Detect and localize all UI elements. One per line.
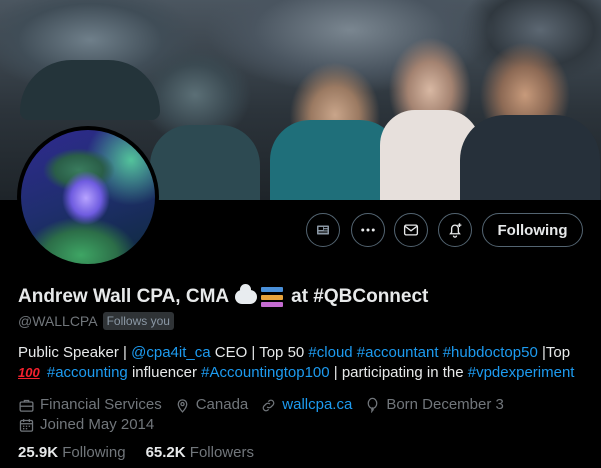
bio-hashtag-link[interactable]: #Accountingtop100 xyxy=(201,364,329,381)
birthday-text: Born December 3 xyxy=(386,396,504,413)
bio-hashtag-link[interactable]: #hubdoctop50 xyxy=(443,344,538,361)
calendar-icon xyxy=(19,418,34,432)
following-label: Following xyxy=(62,444,126,461)
profile-avatar[interactable] xyxy=(17,126,159,268)
briefcase-icon xyxy=(19,399,34,412)
bio-text: influencer xyxy=(127,364,202,381)
bio-text: CEO | Top 50 xyxy=(210,344,309,361)
bell-plus-icon xyxy=(449,223,462,238)
hundred-emoji-icon: 100 xyxy=(18,365,40,380)
profile-meta: Financial Services Canada wallcpa.ca Bor… xyxy=(18,395,588,435)
joined-text: Joined May 2014 xyxy=(40,416,155,433)
joined-item: Joined May 2014 xyxy=(18,415,154,435)
bio-mention-link[interactable]: @cpa4it_ca xyxy=(131,344,210,361)
more-options-button[interactable] xyxy=(351,213,385,247)
website-link[interactable]: wallcpa.ca xyxy=(282,395,352,415)
followers-label: Followers xyxy=(189,444,254,461)
user-handle: @WALLCPA xyxy=(18,313,98,329)
website-item[interactable]: wallcpa.ca xyxy=(260,395,352,415)
balloon-icon xyxy=(367,397,378,413)
following-count: 25.9K xyxy=(18,444,63,461)
bio-hashtag-link[interactable]: #cloud xyxy=(308,344,352,361)
birthday-item: Born December 3 xyxy=(364,395,504,415)
category-text: Financial Services xyxy=(40,396,162,413)
more-icon xyxy=(361,228,375,232)
banner-figure xyxy=(460,115,600,200)
following-button[interactable]: Following xyxy=(482,213,583,247)
message-icon xyxy=(403,224,419,236)
category-item: Financial Services xyxy=(18,395,162,415)
followers-count-link[interactable]: 65.2K Followers xyxy=(146,444,254,461)
followers-count: 65.2K xyxy=(145,444,190,461)
notifications-button[interactable] xyxy=(438,213,472,247)
display-name-suffix: at #QBConnect xyxy=(291,286,429,307)
newsletter-button[interactable] xyxy=(306,213,340,247)
bio-text: Public Speaker | xyxy=(18,344,132,361)
display-name: Andrew Wall CPA, CMA xyxy=(18,286,230,307)
bio-hashtag-link[interactable]: #accountant xyxy=(357,344,439,361)
bio-text: |Top xyxy=(537,344,571,361)
link-icon xyxy=(262,399,275,411)
profile-stats: 25.9K Following 65.2K Followers xyxy=(18,444,274,461)
banner-figure xyxy=(20,60,160,120)
location-pin-icon xyxy=(177,398,188,413)
follows-you-badge: Follows you xyxy=(102,312,174,330)
bio-hashtag-link[interactable]: #vpdexperiment xyxy=(468,364,575,381)
books-emoji-icon xyxy=(261,287,284,307)
profile-name: Andrew Wall CPA, CMA at #QBConnect xyxy=(18,284,429,308)
avatar-image xyxy=(21,130,155,264)
following-count-link[interactable]: 25.9K Following xyxy=(18,444,126,461)
banner-figure xyxy=(150,125,260,200)
newsletter-icon xyxy=(317,225,329,235)
location-item: Canada xyxy=(174,395,249,415)
handle-row: @WALLCPA Follows you xyxy=(18,312,174,330)
profile-bio: Public Speaker | @cpa4it_ca CEO | Top 50… xyxy=(18,343,588,383)
bio-text: | participating in the xyxy=(329,364,468,381)
message-button[interactable] xyxy=(394,213,428,247)
location-text: Canada xyxy=(195,396,249,413)
cloud-emoji-icon xyxy=(235,284,258,304)
bio-hashtag-link[interactable]: #accounting xyxy=(47,364,128,381)
